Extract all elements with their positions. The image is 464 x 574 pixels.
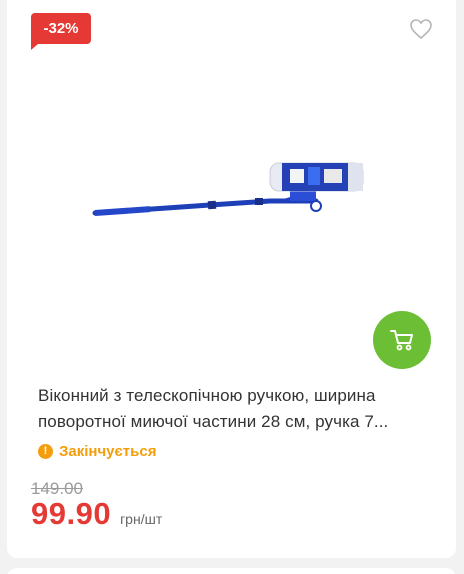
cart-icon [390, 330, 413, 351]
product-title[interactable]: Віконний з телескопічною ручкою, ширина … [38, 383, 438, 435]
next-product-card[interactable] [7, 568, 456, 574]
stock-status: ! Закінчується [38, 443, 156, 460]
price-row: 99.90 грн/шт [31, 496, 162, 532]
add-to-cart-button[interactable] [373, 311, 431, 369]
product-card[interactable] [7, 0, 456, 558]
price-unit: грн/шт [120, 511, 163, 527]
discount-badge: -32% [31, 13, 91, 50]
product-image[interactable] [90, 155, 380, 235]
current-price: 99.90 [31, 496, 112, 531]
stock-status-text: Закінчується [59, 443, 157, 460]
exclamation-icon: ! [38, 444, 53, 459]
heart-icon[interactable] [409, 18, 433, 40]
